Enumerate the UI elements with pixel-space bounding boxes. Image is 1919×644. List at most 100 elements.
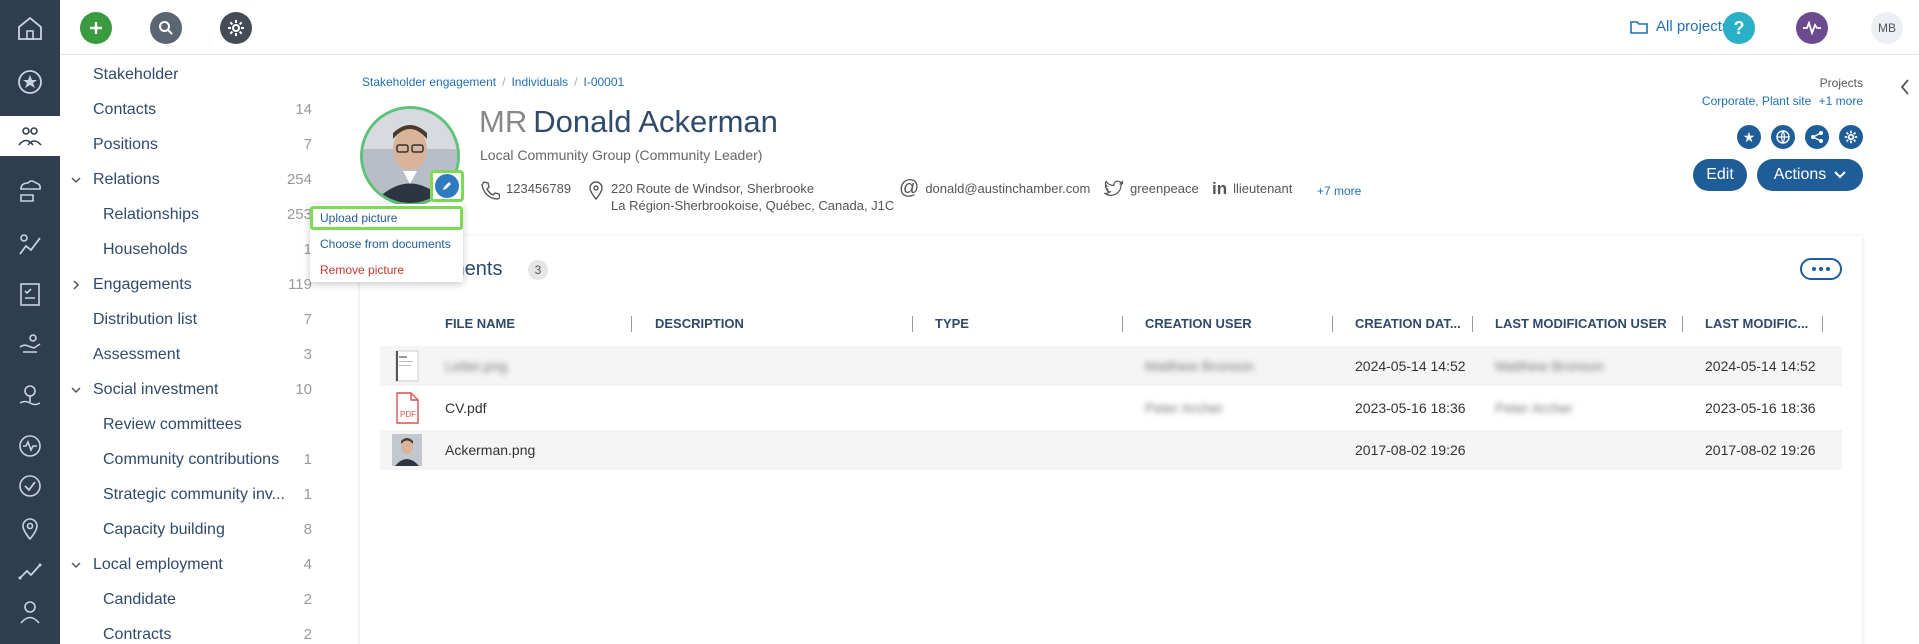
choose-from-documents-option[interactable]: Choose from documents	[320, 237, 451, 251]
table-row[interactable]: Ackerman.png 2017-08-02 19:26 2017-08-02…	[380, 430, 1842, 470]
chevron-down-icon	[1834, 171, 1846, 179]
sidebar-item-distribution-list[interactable]: Distribution list 7	[60, 302, 322, 337]
rail-item-home[interactable]	[0, 8, 60, 48]
column-header-type[interactable]: TYPE	[935, 316, 1115, 331]
file-name-cell[interactable]: Ackerman.png	[445, 442, 535, 458]
sidebar-item-local-employment[interactable]: Local employment 4	[60, 547, 322, 582]
column-divider[interactable]	[631, 316, 632, 332]
actions-dropdown-button[interactable]: Actions	[1757, 159, 1863, 191]
projects-value[interactable]: Corporate, Plant site +1 more	[1702, 94, 1863, 108]
sidebar-item-contacts[interactable]: Contacts 14	[60, 92, 322, 127]
checklist-icon	[20, 283, 40, 306]
photo-options-menu: Upload picture Choose from documents Rem…	[310, 204, 463, 282]
sidebar-item-stakeholder[interactable]: Stakeholder	[60, 57, 322, 92]
rail-item-cloud-hand[interactable]	[0, 170, 60, 210]
rail-item-stakeholder[interactable]	[0, 116, 60, 156]
more-contacts-link[interactable]: +7 more	[1317, 183, 1361, 200]
column-divider[interactable]	[1122, 316, 1123, 332]
person-name: MR Donald Ackerman	[479, 104, 778, 140]
sidebar-item-community-contributions[interactable]: Community contributions 1	[60, 442, 322, 477]
file-name-cell[interactable]: Letter.png	[445, 358, 507, 374]
column-divider[interactable]	[1472, 316, 1473, 332]
upload-picture-option[interactable]: Upload picture	[320, 211, 397, 225]
chevron-right-icon[interactable]	[70, 279, 82, 291]
sidebar-item-relationships[interactable]: Relationships 253	[60, 197, 322, 232]
chevron-down-icon[interactable]	[70, 384, 82, 396]
rail-item-location[interactable]	[0, 508, 60, 548]
edit-button[interactable]: Edit	[1693, 159, 1747, 191]
email-contact[interactable]: @ donald@austinchamber.com	[899, 178, 1090, 198]
rail-item-trend[interactable]	[0, 550, 60, 590]
photo-edit-button[interactable]	[430, 170, 464, 202]
rail-item-growth[interactable]	[0, 224, 60, 264]
phone-contact[interactable]: 123456789	[480, 180, 571, 200]
column-header-creation-user[interactable]: CREATION USER	[1145, 316, 1325, 331]
breadcrumb-item[interactable]: Individuals	[511, 75, 568, 89]
rail-item-check-circle[interactable]	[0, 466, 60, 506]
chevron-left-icon[interactable]	[1899, 78, 1911, 96]
linkedin-contact[interactable]: in llieutenant	[1212, 180, 1292, 197]
sidebar-item-review-committees[interactable]: Review committees	[60, 407, 322, 442]
rail-item-star[interactable]	[0, 62, 60, 102]
breadcrumb-item[interactable]: Stakeholder engagement	[362, 75, 496, 89]
sidebar-item-count: 254	[286, 171, 312, 188]
breadcrumb: Stakeholder engagement / Individuals / I…	[362, 75, 624, 89]
column-header-description[interactable]: DESCRIPTION	[655, 316, 855, 331]
rail-item-hand[interactable]	[0, 324, 60, 364]
remove-picture-option[interactable]: Remove picture	[320, 263, 404, 277]
all-projects-link[interactable]: All projects	[1630, 18, 1729, 35]
help-button[interactable]: ?	[1723, 12, 1755, 44]
documents-more-button[interactable]	[1800, 258, 1842, 280]
profile-settings-button[interactable]	[1839, 125, 1863, 149]
twitter-contact[interactable]: greenpeace	[1104, 180, 1199, 198]
chevron-down-icon[interactable]	[70, 174, 82, 186]
column-header-last-modification-user[interactable]: LAST MODIFICATION USER	[1495, 316, 1680, 331]
settings-button[interactable]	[220, 12, 252, 44]
sidebar-item-candidate[interactable]: Candidate 2	[60, 582, 322, 617]
search-icon	[159, 21, 173, 35]
column-header-last-modification-date[interactable]: LAST MODIFIC...	[1705, 316, 1820, 331]
projects-more[interactable]: +1 more	[1819, 94, 1863, 108]
add-button[interactable]	[80, 12, 112, 44]
sidebar-item-count: 2	[303, 591, 312, 608]
sidebar-item-social-investment[interactable]: Social investment 10	[60, 372, 322, 407]
sidebar-item-relations[interactable]: Relations 254	[60, 162, 322, 197]
sidebar-item-count: 8	[303, 521, 312, 538]
chevron-down-icon[interactable]	[70, 559, 82, 571]
search-button[interactable]	[150, 12, 182, 44]
rail-item-tree-hand[interactable]	[0, 376, 60, 416]
rail-item-pulse[interactable]	[0, 426, 60, 466]
sidebar-item-label: Contracts	[103, 625, 172, 643]
activity-button[interactable]	[1796, 12, 1828, 44]
sidebar-item-positions[interactable]: Positions 7	[60, 127, 322, 162]
column-header-creation-date[interactable]: CREATION DAT...	[1355, 316, 1470, 331]
top-bar: All projects ? MB	[60, 0, 1919, 55]
rail-item-checklist[interactable]	[0, 274, 60, 314]
projects-list: Corporate, Plant site	[1701, 94, 1812, 108]
sidebar-item-count: 7	[303, 311, 312, 328]
column-header-file-name[interactable]: FILE NAME	[445, 316, 625, 331]
sidebar-item-contracts[interactable]: Contracts 2	[60, 617, 322, 644]
column-divider[interactable]	[1332, 316, 1333, 332]
user-avatar[interactable]: MB	[1871, 12, 1903, 44]
breadcrumb-item[interactable]: I-00001	[584, 75, 625, 89]
sidebar-item-capacity-building[interactable]: Capacity building 8	[60, 512, 322, 547]
column-divider[interactable]	[1822, 316, 1823, 332]
table-row[interactable]: Letter.png Matthew Bronson 2024-05-14 14…	[380, 346, 1842, 386]
address-line-2: La Région-Sherbrookoise, Québec, Canada,…	[611, 198, 895, 213]
file-name-cell[interactable]: CV.pdf	[445, 400, 487, 416]
sidebar-item-strategic-community-inv[interactable]: Strategic community inv... 1	[60, 477, 322, 512]
sidebar-item-households[interactable]: Households 1	[60, 232, 322, 267]
column-divider[interactable]	[912, 316, 913, 332]
table-row[interactable]: PDF CV.pdf Peter Archer 2023-05-16 18:36…	[380, 388, 1842, 428]
column-divider[interactable]	[1682, 316, 1683, 332]
rail-item-user[interactable]	[0, 592, 60, 632]
address-contact[interactable]: 220 Route de Windsor, Sherbrooke La Régi…	[587, 180, 894, 214]
sidebar-item-label: Contacts	[93, 100, 157, 118]
full-name: Donald Ackerman	[533, 104, 778, 139]
share-button[interactable]	[1805, 125, 1829, 149]
favorite-button[interactable]: ★	[1737, 125, 1761, 149]
sidebar-item-engagements[interactable]: Engagements 119	[60, 267, 322, 302]
globe-button[interactable]	[1771, 125, 1795, 149]
sidebar-item-assessment[interactable]: Assessment 3	[60, 337, 322, 372]
